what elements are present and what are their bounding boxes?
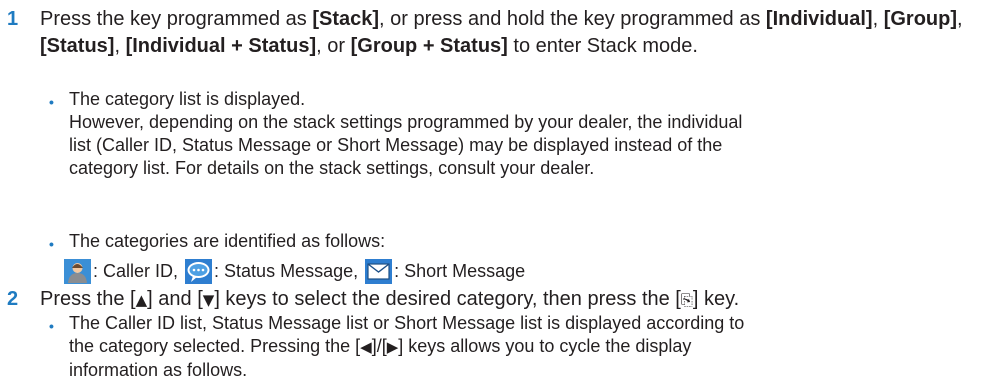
person-icon — [64, 259, 91, 284]
status-message-label: : Status Message, — [214, 261, 364, 281]
caller-id-label: : Caller ID, — [93, 261, 184, 281]
speech-bubble-icon — [185, 259, 213, 284]
bullet-3-text: The Caller ID list, Status Message list … — [69, 313, 745, 380]
bullet-1: • — [49, 94, 54, 110]
step-number-1: 1 — [7, 8, 19, 30]
bullet-1-text: The category list is displayed. However,… — [69, 89, 743, 178]
ok-key-icon: ⎘ — [680, 291, 693, 309]
category-icons-row: : Caller ID, : Status Message, : Short M… — [64, 258, 525, 285]
step-2-text: Press the [▲] and [▼] keys to select the… — [40, 288, 740, 310]
bullet-3: • — [49, 318, 54, 334]
bullet-2-text: The categories are identified as follows… — [69, 231, 386, 251]
envelope-icon — [365, 259, 393, 284]
bullet-2: • — [49, 236, 54, 252]
step-number-2: 2 — [7, 288, 19, 310]
left-arrow-icon: ◀ — [360, 338, 372, 356]
step-1-text: Press the key programmed as [Stack], or … — [40, 8, 963, 57]
short-message-label: : Short Message — [394, 261, 526, 281]
up-arrow-icon: ▲ — [135, 291, 148, 309]
down-arrow-icon: ▼ — [202, 291, 215, 309]
right-arrow-icon: ▶ — [386, 338, 399, 356]
